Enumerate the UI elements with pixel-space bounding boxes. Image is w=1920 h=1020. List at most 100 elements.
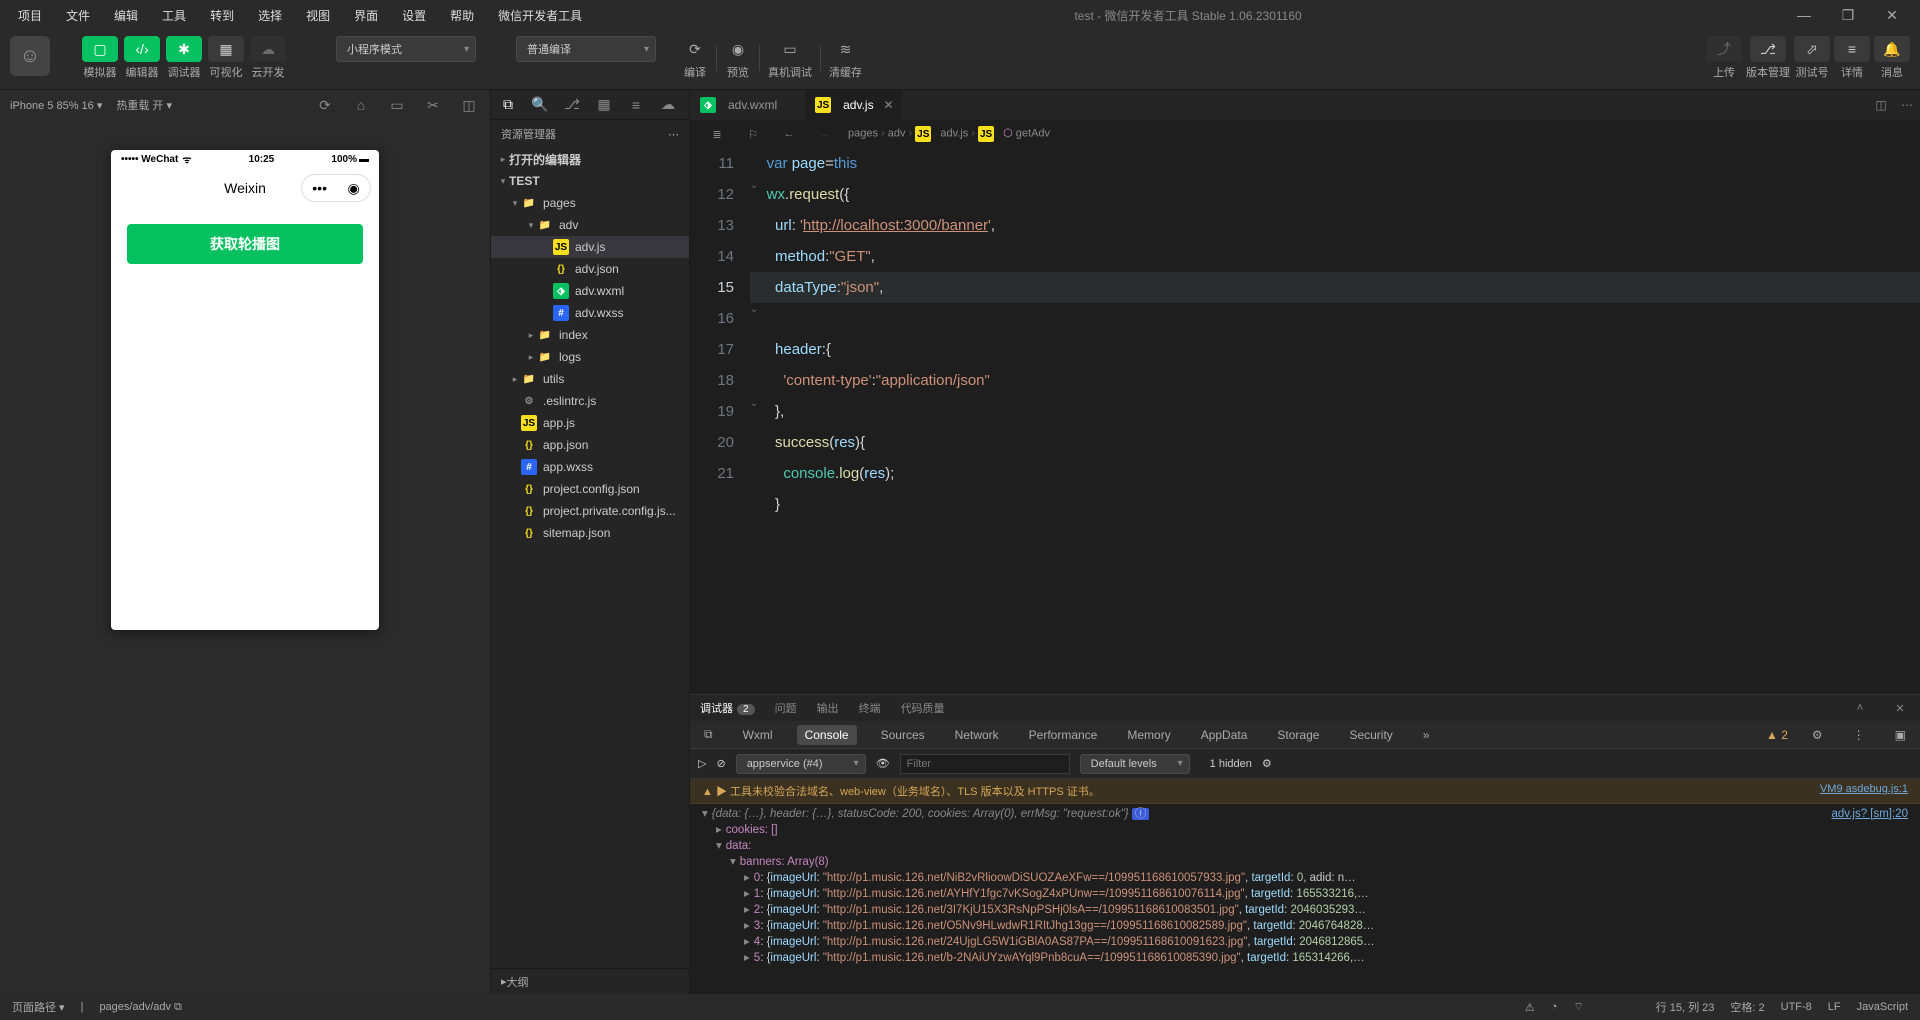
tab-adv.wxml[interactable]: ⬗adv.wxml xyxy=(690,90,805,120)
mode-编辑器[interactable]: ‹/› xyxy=(124,36,160,62)
right-消息[interactable]: 🔔 xyxy=(1874,36,1910,62)
console-output[interactable]: adv.js? [sm]:20 ▾{data: {…}, header: {…}… xyxy=(690,804,1920,994)
breadcrumb-path[interactable]: pages › adv › JS adv.js › JS ⬡ getAdv xyxy=(848,126,1050,142)
editor-more-icon[interactable]: ⋯ xyxy=(1894,98,1920,112)
hot-reload-toggle[interactable]: 热重载 开 ▾ xyxy=(116,97,172,113)
tree-logs[interactable]: ▸📁logs xyxy=(491,346,689,368)
cursor-position[interactable]: 行 15, 列 23 xyxy=(1656,999,1715,1015)
panel-调试器[interactable]: 调试器2 xyxy=(700,700,755,716)
close-tab-icon[interactable]: ✕ xyxy=(884,98,894,112)
play-icon[interactable]: ▷ xyxy=(698,757,706,770)
tree-adv.json[interactable]: {}adv.json xyxy=(491,258,689,280)
tree-app.json[interactable]: {}app.json xyxy=(491,434,689,456)
source-link[interactable]: adv.js? [sm]:20 xyxy=(1832,806,1909,822)
devtools-more[interactable]: » xyxy=(1417,728,1436,742)
warning-source-link[interactable]: VM9 asdebug.js:1 xyxy=(1820,783,1908,799)
get-banner-button[interactable]: 获取轮播图 xyxy=(127,224,363,264)
extensions-icon[interactable]: ▦ xyxy=(593,96,615,113)
clear-icon[interactable]: ⊘ xyxy=(716,757,725,770)
devtab-Security[interactable]: Security xyxy=(1343,728,1398,742)
split-editor-icon[interactable]: ◫ xyxy=(1868,98,1894,112)
section-open-editors[interactable]: ▸打开的编辑器 xyxy=(491,148,689,170)
compile-dropdown[interactable]: 普通编译 xyxy=(516,36,656,62)
eol-info[interactable]: LF xyxy=(1828,1001,1841,1013)
action-清缓存[interactable]: ≋ xyxy=(833,36,859,62)
back-icon[interactable]: ← xyxy=(776,128,802,140)
panel-输出[interactable]: 输出 xyxy=(817,700,839,716)
devtab-Memory[interactable]: Memory xyxy=(1121,728,1176,742)
mode-调试器[interactable]: ✱ xyxy=(166,36,202,62)
action-真机调试[interactable]: ▭ xyxy=(777,36,803,62)
levels-dropdown[interactable]: Default levels xyxy=(1080,754,1190,774)
panel-up-icon[interactable]: ˄ xyxy=(1850,702,1870,714)
minimize-button[interactable]: ― xyxy=(1784,7,1824,23)
device-selector[interactable]: iPhone 5 85% 16 ▾ xyxy=(10,99,102,112)
warning-row[interactable]: ▲ ▶ 工具未校验合法域名、web-view（业务域名）、TLS 版本以及 HT… xyxy=(690,779,1920,804)
git-icon[interactable]: ⎇ xyxy=(561,96,583,113)
right-测试号[interactable]: ⬀ xyxy=(1794,36,1830,62)
console-gear-icon[interactable]: ⚙ xyxy=(1262,757,1272,770)
fold-icon[interactable]: ⌄ xyxy=(750,398,758,409)
tree-adv.js[interactable]: JSadv.js xyxy=(491,236,689,258)
tree-project.config.json[interactable]: {}project.config.json xyxy=(491,478,689,500)
menu-选择[interactable]: 选择 xyxy=(248,3,292,28)
menu-编辑[interactable]: 编辑 xyxy=(104,3,148,28)
menu-文件[interactable]: 文件 xyxy=(56,3,100,28)
mode-云开发[interactable]: ☁ xyxy=(250,36,286,62)
close-button[interactable]: ✕ xyxy=(1872,7,1912,24)
refresh-icon[interactable]: ⟳ xyxy=(314,97,336,114)
devtab-Performance[interactable]: Performance xyxy=(1023,728,1104,742)
eye-icon[interactable]: 👁 xyxy=(876,757,890,770)
menu-帮助[interactable]: 帮助 xyxy=(440,3,484,28)
explorer-more-icon[interactable]: ⋯ xyxy=(668,128,679,141)
tree-index[interactable]: ▸📁index xyxy=(491,324,689,346)
devtab-AppData[interactable]: AppData xyxy=(1195,728,1254,742)
sep-icon[interactable]: ◫ xyxy=(458,97,480,114)
menu-界面[interactable]: 界面 xyxy=(344,3,388,28)
tree-adv.wxml[interactable]: ⬗adv.wxml xyxy=(491,280,689,302)
right-上传[interactable]: ⤴ xyxy=(1706,36,1742,62)
signal-icon[interactable]: ◔ xyxy=(1551,1001,1558,1013)
maximize-button[interactable]: ❐ xyxy=(1828,7,1868,24)
files-icon[interactable]: ⧉ xyxy=(497,96,519,113)
tree-app.wxss[interactable]: #app.wxss xyxy=(491,456,689,478)
menu-工具[interactable]: 工具 xyxy=(152,3,196,28)
list-icon[interactable]: ≣ xyxy=(704,128,730,141)
tree-pages[interactable]: ▾📁pages xyxy=(491,192,689,214)
dock-icon[interactable]: ▣ xyxy=(1889,728,1912,742)
warn-icon[interactable]: ⚠ xyxy=(1525,1001,1535,1014)
menu-视图[interactable]: 视图 xyxy=(296,3,340,28)
menu-icon[interactable]: ⋮ xyxy=(1847,728,1871,742)
forward-icon[interactable]: → xyxy=(812,128,838,140)
bug-icon[interactable]: ⌔ xyxy=(1573,1000,1583,1014)
tree-utils[interactable]: ▸📁utils xyxy=(491,368,689,390)
devtab-Network[interactable]: Network xyxy=(949,728,1005,742)
outline-section[interactable]: ▸ 大纲 xyxy=(491,968,689,994)
capsule-button[interactable]: •••◉ xyxy=(301,174,371,202)
menu-微信开发者工具[interactable]: 微信开发者工具 xyxy=(488,3,592,28)
menu-项目[interactable]: 项目 xyxy=(8,3,52,28)
panel-close-icon[interactable]: ✕ xyxy=(1890,702,1910,715)
devtab-Sources[interactable]: Sources xyxy=(875,728,931,742)
hidden-count[interactable]: 1 hidden xyxy=(1210,758,1252,770)
right-版本管理[interactable]: ⎇ xyxy=(1750,36,1786,62)
db-icon[interactable]: ≡ xyxy=(625,97,647,113)
tree-project.private.config.js...[interactable]: {}project.private.config.js... xyxy=(491,500,689,522)
menu-转到[interactable]: 转到 xyxy=(200,3,244,28)
right-详情[interactable]: ≡ xyxy=(1834,36,1870,62)
tree-app.js[interactable]: JSapp.js xyxy=(491,412,689,434)
tree-sitemap.json[interactable]: {}sitemap.json xyxy=(491,522,689,544)
context-dropdown[interactable]: appservice (#4) xyxy=(736,754,866,774)
panel-终端[interactable]: 终端 xyxy=(859,700,881,716)
tab-adv.js[interactable]: JSadv.js✕ xyxy=(805,90,901,120)
mode-可视化[interactable]: ▦ xyxy=(208,36,244,62)
panel-代码质量[interactable]: 代码质量 xyxy=(901,700,945,716)
tree-.eslintrc.js[interactable]: ⚙.eslintrc.js xyxy=(491,390,689,412)
action-预览[interactable]: ◉ xyxy=(725,36,751,62)
fold-icon[interactable]: ⌄ xyxy=(750,180,758,191)
tree-adv[interactable]: ▾📁adv xyxy=(491,214,689,236)
language-info[interactable]: JavaScript xyxy=(1857,1001,1908,1013)
user-avatar[interactable]: ☺ xyxy=(10,36,50,76)
mode-模拟器[interactable]: ▢ xyxy=(82,36,118,62)
filter-input[interactable] xyxy=(900,754,1070,774)
